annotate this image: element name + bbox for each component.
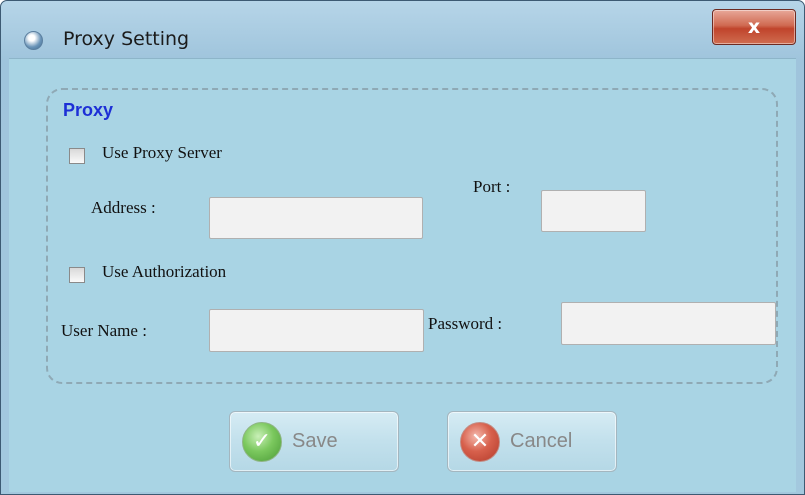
username-input[interactable] — [209, 309, 424, 352]
dialog-body: Proxy Use Proxy Server Address : Port : … — [9, 58, 796, 492]
cross-icon: ✕ — [460, 421, 500, 462]
use-proxy-checkbox[interactable] — [69, 148, 85, 164]
checkmark-icon: ✓ — [242, 421, 282, 462]
cancel-button-label: Cancel — [510, 430, 573, 452]
use-authorization-checkbox[interactable] — [69, 267, 85, 283]
window-title: Proxy Setting — [63, 28, 190, 50]
proxy-group-title: Proxy — [63, 100, 114, 120]
use-proxy-label[interactable]: Use Proxy Server — [102, 143, 222, 163]
save-button-label: Save — [292, 430, 338, 452]
title-bar[interactable]: Proxy Setting x — [1, 1, 804, 57]
cancel-button[interactable]: ✕ Cancel — [447, 411, 617, 472]
username-label: User Name : — [61, 321, 147, 340]
port-label: Port : — [473, 177, 511, 196]
use-authorization-label[interactable]: Use Authorization — [102, 262, 226, 282]
password-input[interactable] — [561, 302, 776, 345]
save-button[interactable]: ✓ Save — [229, 411, 399, 472]
address-label: Address : — [91, 198, 156, 217]
password-label: Password : — [428, 314, 503, 333]
close-button[interactable]: x — [712, 9, 796, 45]
address-input[interactable] — [209, 197, 423, 239]
proxy-setting-window: Proxy Setting x Proxy Use Proxy Server A… — [0, 0, 805, 495]
globe-icon — [24, 31, 43, 50]
port-input[interactable] — [541, 190, 646, 232]
